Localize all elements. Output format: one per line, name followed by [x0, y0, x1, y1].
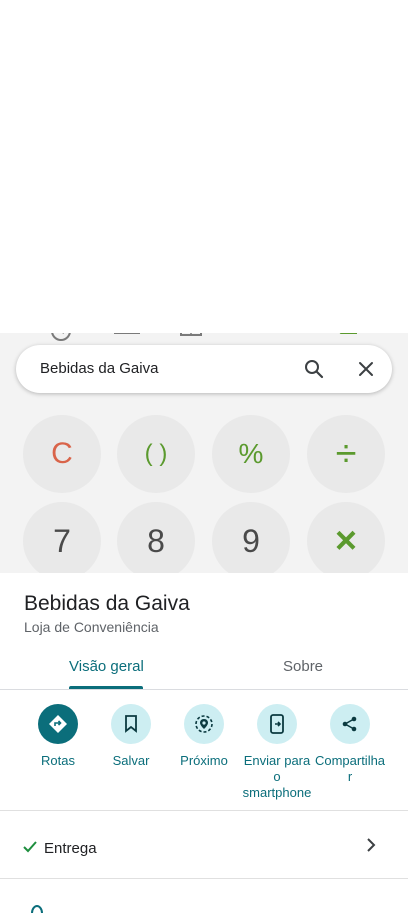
- active-tab-indicator: [69, 686, 143, 689]
- calculator-toolbar: [0, 333, 408, 345]
- share-button[interactable]: Compartilhar: [313, 702, 387, 785]
- calc-key-label: 7: [53, 522, 71, 559]
- calc-key-7[interactable]: 7: [23, 502, 101, 573]
- calc-key-parentheses[interactable]: ( ): [117, 415, 195, 493]
- calc-key-label: 9: [242, 522, 260, 559]
- calc-key-label: 8: [147, 522, 165, 559]
- delivery-row[interactable]: Entrega: [0, 822, 408, 878]
- nearby-label: Próximo: [180, 753, 228, 768]
- share-label: Compartilhar: [314, 753, 386, 784]
- nearby-icon: [184, 704, 224, 744]
- send-to-phone-button[interactable]: Enviar para o smartphone: [240, 702, 314, 801]
- directions-label: Rotas: [41, 753, 75, 768]
- place-panel: Bebidas da Gaiva Loja de Conveniência Vi…: [0, 573, 408, 914]
- place-title: Bebidas da Gaiva: [24, 592, 190, 615]
- close-icon[interactable]: [356, 359, 376, 384]
- calc-key-8[interactable]: 8: [117, 502, 195, 573]
- calc-key-label: C: [51, 437, 73, 470]
- blank-top-area: [0, 0, 408, 333]
- calc-key-label: ( ): [144, 440, 168, 467]
- save-button[interactable]: Salvar: [94, 702, 168, 769]
- search-icon[interactable]: [304, 359, 324, 384]
- check-icon: [22, 839, 38, 860]
- tab-about[interactable]: Sobre: [283, 658, 323, 675]
- calc-key-9[interactable]: 9: [212, 502, 290, 573]
- search-input[interactable]: Bebidas da Gaiva: [40, 360, 158, 377]
- action-buttons: Rotas Salvar Próximo Enviar para o smart…: [0, 702, 408, 810]
- share-icon: [330, 704, 370, 744]
- bookmark-icon: [111, 704, 151, 744]
- divider: [0, 810, 408, 811]
- calc-key-label: ÷: [335, 432, 357, 475]
- calc-key-clear[interactable]: C: [23, 415, 101, 493]
- send-to-phone-label: Enviar para o smartphone: [242, 753, 312, 800]
- chevron-right-icon[interactable]: [364, 837, 378, 858]
- calc-key-label: ×: [334, 519, 358, 562]
- calc-key-percent[interactable]: %: [212, 415, 290, 493]
- calc-key-label: %: [238, 438, 264, 469]
- tab-bar: Visão geral Sobre: [0, 647, 408, 690]
- calc-key-multiply[interactable]: ×: [307, 502, 385, 573]
- nearby-button[interactable]: Próximo: [167, 702, 241, 769]
- delivery-label: Entrega: [44, 840, 97, 857]
- directions-button[interactable]: Rotas: [21, 702, 95, 769]
- divider: [0, 878, 408, 879]
- place-category: Loja de Conveniência: [24, 619, 159, 635]
- save-label: Salvar: [112, 753, 150, 768]
- directions-icon: [38, 704, 78, 744]
- calc-key-divide[interactable]: ÷: [307, 415, 385, 493]
- location-icon: [30, 900, 44, 918]
- tab-overview[interactable]: Visão geral: [69, 658, 144, 675]
- send-to-phone-icon: [257, 704, 297, 744]
- search-bar[interactable]: Bebidas da Gaiva: [16, 345, 392, 393]
